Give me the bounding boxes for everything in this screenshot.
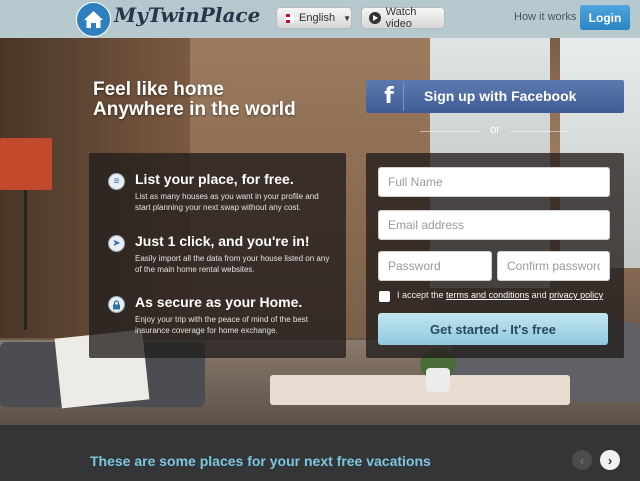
- lamp-shade: [0, 138, 52, 190]
- feature-title: Just 1 click, and you're in!: [135, 233, 310, 249]
- feature-title: List your place, for free.: [135, 171, 294, 187]
- feature-description: List as many houses as you want in your …: [135, 192, 319, 212]
- facebook-signup-button[interactable]: f Sign up with Facebook: [366, 80, 624, 113]
- watch-video-label: Watch video: [385, 6, 417, 30]
- logo-text[interactable]: MyTwinPlace: [114, 3, 260, 27]
- feature-description: Enjoy your trip with the peace of mind o…: [135, 315, 308, 335]
- divider: [510, 131, 570, 132]
- logo-house-icon[interactable]: [76, 2, 111, 37]
- email-field[interactable]: [378, 210, 610, 240]
- feature-title: As secure as your Home.: [135, 294, 303, 310]
- headline-line-2: Anywhere in the world: [93, 99, 296, 120]
- terms-checkbox[interactable]: [379, 291, 390, 302]
- top-navbar: MyTwinPlace English ▼ Watch video How it…: [0, 0, 640, 38]
- feature-description: Easily import all the data from your hou…: [135, 254, 330, 274]
- how-it-works-link[interactable]: How it works: [514, 11, 576, 23]
- plant-pot: [426, 368, 450, 392]
- get-started-button[interactable]: Get started - It's free: [378, 313, 608, 345]
- coffee-table: [270, 375, 570, 405]
- watch-video-button[interactable]: Watch video: [361, 6, 445, 30]
- password-field[interactable]: [378, 251, 492, 281]
- language-selector[interactable]: English ▼: [276, 7, 352, 29]
- or-separator: or: [490, 124, 500, 136]
- terms-and: and: [531, 290, 547, 300]
- headline-line-1: Feel like home: [93, 79, 224, 100]
- privacy-link[interactable]: privacy policy: [549, 290, 603, 300]
- full-name-field[interactable]: [378, 167, 610, 197]
- carousel-next-icon[interactable]: ›: [600, 450, 620, 470]
- language-label: English: [299, 12, 336, 24]
- features-panel: ≡ List your place, for free. List as man…: [89, 153, 346, 358]
- chevron-down-icon: ▼: [343, 13, 351, 23]
- play-icon: [369, 12, 381, 24]
- uk-flag-icon: [286, 13, 298, 23]
- facebook-icon: f: [375, 83, 404, 111]
- list-icon: ≡: [108, 173, 125, 190]
- places-heading: These are some places for your next free…: [90, 453, 431, 469]
- login-button[interactable]: Login: [580, 5, 630, 30]
- terms-prefix: I accept the: [397, 290, 444, 300]
- lamp-pole: [24, 190, 27, 330]
- cursor-icon: ➤: [108, 235, 125, 252]
- terms-text: I accept the terms and conditions and pr…: [397, 290, 603, 300]
- terms-link[interactable]: terms and conditions: [446, 290, 529, 300]
- facebook-signup-label: Sign up with Facebook: [424, 88, 577, 104]
- confirm-password-field[interactable]: [497, 251, 610, 281]
- carousel-prev-icon[interactable]: ‹: [572, 450, 592, 470]
- lock-icon: [108, 296, 125, 313]
- hero-headline: Feel like home Anywhere in the world: [93, 80, 296, 120]
- divider: [420, 131, 480, 132]
